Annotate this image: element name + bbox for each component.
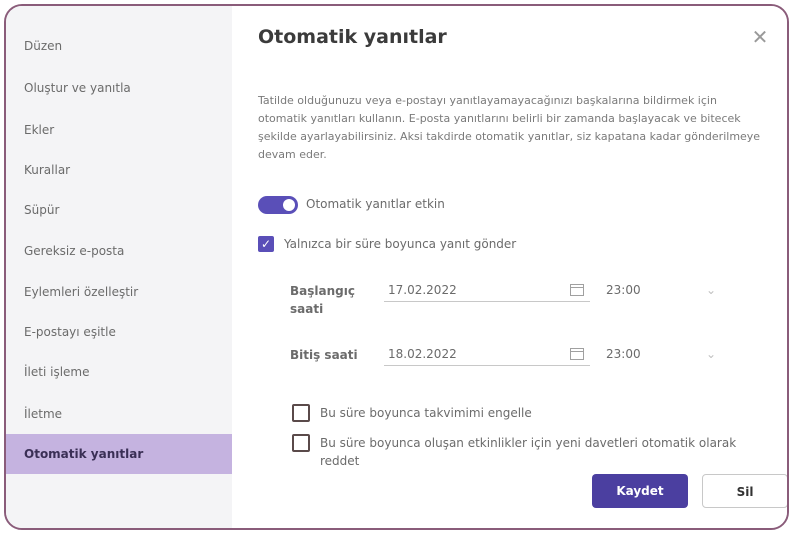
- end-date-value: 18.02.2022: [388, 347, 457, 361]
- sidebar-item-sweep[interactable]: Süpür: [6, 190, 232, 230]
- start-date-value: 17.02.2022: [388, 283, 457, 297]
- auto-reply-toggle[interactable]: [258, 196, 298, 214]
- start-time-label: Başlangıç saati: [290, 284, 355, 316]
- chevron-down-icon: ⌄: [705, 347, 716, 361]
- end-time-label: Bitiş saati: [290, 348, 358, 362]
- discard-button[interactable]: Sil: [702, 474, 787, 508]
- sidebar-item-automatic-replies[interactable]: Otomatik yanıtlar: [6, 434, 232, 474]
- chevron-down-icon: ⌄: [705, 283, 716, 297]
- sidebar-item-attachments[interactable]: Ekler: [6, 110, 232, 150]
- decline-invites-checkbox[interactable]: [292, 434, 310, 452]
- time-range-checkbox-label: Yalnızca bir süre boyunca yanıt gönder: [284, 237, 517, 251]
- block-calendar-checkbox-label: Bu süre boyunca takvimimi engelle: [320, 406, 532, 420]
- sidebar-item-customize-actions[interactable]: Eylemleri özelleştir: [6, 272, 232, 312]
- close-icon[interactable]: ✕: [747, 24, 773, 50]
- auto-reply-toggle-label: Otomatik yanıtlar etkin: [306, 197, 445, 211]
- sidebar-item-rules[interactable]: Kurallar: [6, 150, 232, 190]
- toggle-knob: [283, 199, 295, 211]
- start-time-select[interactable]: 23:00 ⌄: [606, 278, 716, 302]
- save-button[interactable]: Kaydet: [592, 474, 688, 508]
- end-date-input[interactable]: 18.02.2022: [384, 342, 590, 366]
- automatic-replies-panel: Otomatik yanıtlar ✕ Tatilde olduğunuzu v…: [232, 6, 787, 528]
- decline-invites-checkbox-label: Bu süre boyunca oluşan etkinlikler için …: [320, 436, 737, 468]
- settings-sidebar: Düzen Oluştur ve yanıtla Ekler Kurallar …: [6, 6, 232, 528]
- end-time-select[interactable]: 23:00 ⌄: [606, 342, 716, 366]
- calendar-icon[interactable]: [570, 284, 584, 296]
- page-title: Otomatik yanıtlar: [258, 26, 447, 48]
- start-date-input[interactable]: 17.02.2022: [384, 278, 590, 302]
- end-time-value: 23:00: [606, 347, 641, 361]
- sidebar-item-compose-reply[interactable]: Oluştur ve yanıtla: [6, 68, 232, 108]
- description-text: Tatilde olduğunuzu veya e-postayı yanıtl…: [258, 94, 761, 161]
- sidebar-item-layout[interactable]: Düzen: [6, 26, 232, 66]
- sidebar-item-message-handling[interactable]: İleti işleme: [6, 352, 232, 392]
- time-range-checkbox[interactable]: ✓: [258, 236, 274, 252]
- sidebar-item-sync-email[interactable]: E-postayı eşitle: [6, 312, 232, 352]
- calendar-icon[interactable]: [570, 348, 584, 360]
- sidebar-item-junk-email[interactable]: Gereksiz e-posta: [6, 231, 232, 271]
- block-calendar-checkbox[interactable]: [292, 404, 310, 422]
- start-time-value: 23:00: [606, 283, 641, 297]
- sidebar-item-forwarding[interactable]: İletme: [6, 394, 232, 434]
- settings-window: Düzen Oluştur ve yanıtla Ekler Kurallar …: [4, 4, 789, 530]
